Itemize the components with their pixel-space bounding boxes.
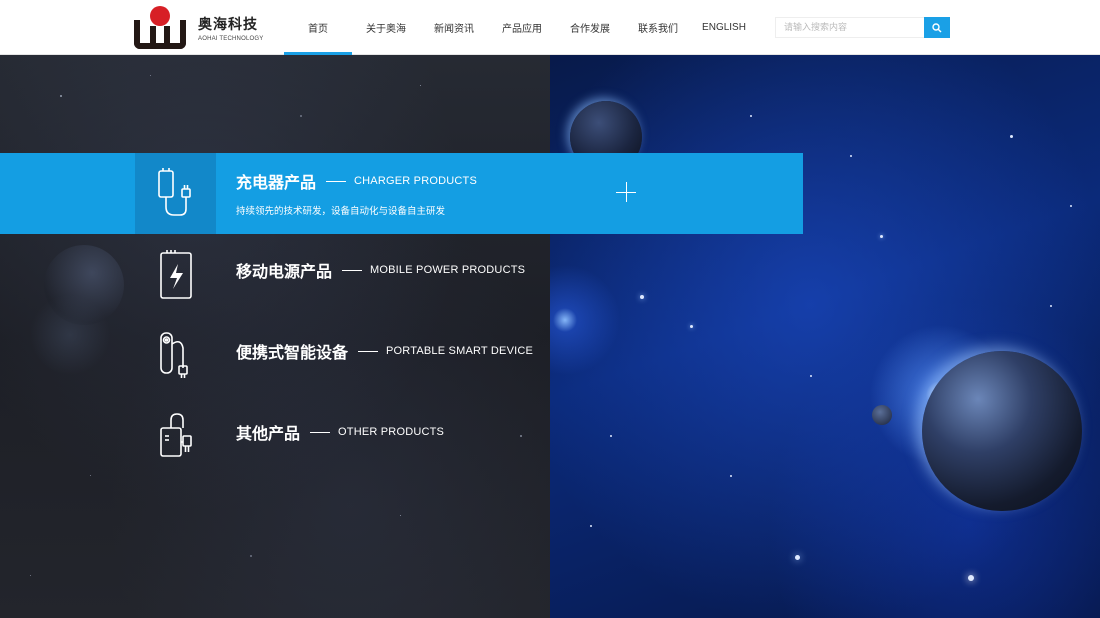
logo-name-cn: 奥海科技 [198, 17, 258, 33]
product-item-smart-device[interactable]: 便携式智能设备 PORTABLE SMART DEVICE [0, 315, 803, 396]
nav-item-news[interactable]: 新闻资讯 [420, 0, 488, 55]
search-icon [932, 22, 942, 32]
nav-item-english[interactable]: ENGLISH [692, 0, 756, 55]
product-title-en: MOBILE POWER PRODUCTS [370, 264, 526, 276]
product-item-charger[interactable]: 充电器产品 CHARGER PRODUCTS 持续领先的技术研发，设备自动化与设… [0, 153, 803, 234]
charger-icon [157, 167, 191, 216]
other-products-icon [159, 412, 192, 457]
expand-plus-icon[interactable] [616, 182, 636, 202]
search-button[interactable] [924, 17, 950, 38]
product-item-other[interactable]: 其他产品 OTHER PRODUCTS [0, 396, 803, 477]
logo[interactable]: 奥海科技 AOHAI TECHNOLOGY [134, 6, 264, 50]
nav-item-home[interactable]: 首页 [284, 0, 352, 55]
product-title-cn: 移动电源产品 [236, 262, 333, 281]
product-title-cn: 其他产品 [236, 424, 301, 443]
product-category-list: 充电器产品 CHARGER PRODUCTS 持续领先的技术研发，设备自动化与设… [0, 153, 803, 477]
power-bank-icon [159, 249, 192, 299]
product-title-en: CHARGER PRODUCTS [354, 175, 478, 187]
smart-device-icon [159, 331, 188, 378]
tiny-planet-image [872, 405, 892, 425]
search-input[interactable] [775, 17, 924, 38]
product-title-en: OTHER PRODUCTS [338, 426, 445, 438]
main-nav: 首页 关于奥海 新闻资讯 产品应用 合作发展 联系我们 ENGLISH [284, 0, 756, 55]
nav-item-about[interactable]: 关于奥海 [352, 0, 420, 55]
logo-mark-icon [134, 6, 186, 50]
product-title-cn: 充电器产品 [236, 173, 317, 192]
product-description: 持续领先的技术研发，设备自动化与设备自主研发 [236, 206, 446, 217]
product-title-cn: 便携式智能设备 [236, 343, 349, 362]
product-title-en: PORTABLE SMART DEVICE [386, 345, 534, 357]
large-planet-image [922, 351, 1082, 511]
product-item-power-bank[interactable]: 移动电源产品 MOBILE POWER PRODUCTS [0, 234, 803, 315]
nav-item-contact[interactable]: 联系我们 [624, 0, 692, 55]
search-bar [775, 17, 950, 38]
site-header: 奥海科技 AOHAI TECHNOLOGY 首页 关于奥海 新闻资讯 产品应用 … [0, 0, 1100, 55]
logo-name-en: AOHAI TECHNOLOGY [198, 36, 264, 42]
nav-item-products[interactable]: 产品应用 [488, 0, 556, 55]
nav-item-cooperation[interactable]: 合作发展 [556, 0, 624, 55]
